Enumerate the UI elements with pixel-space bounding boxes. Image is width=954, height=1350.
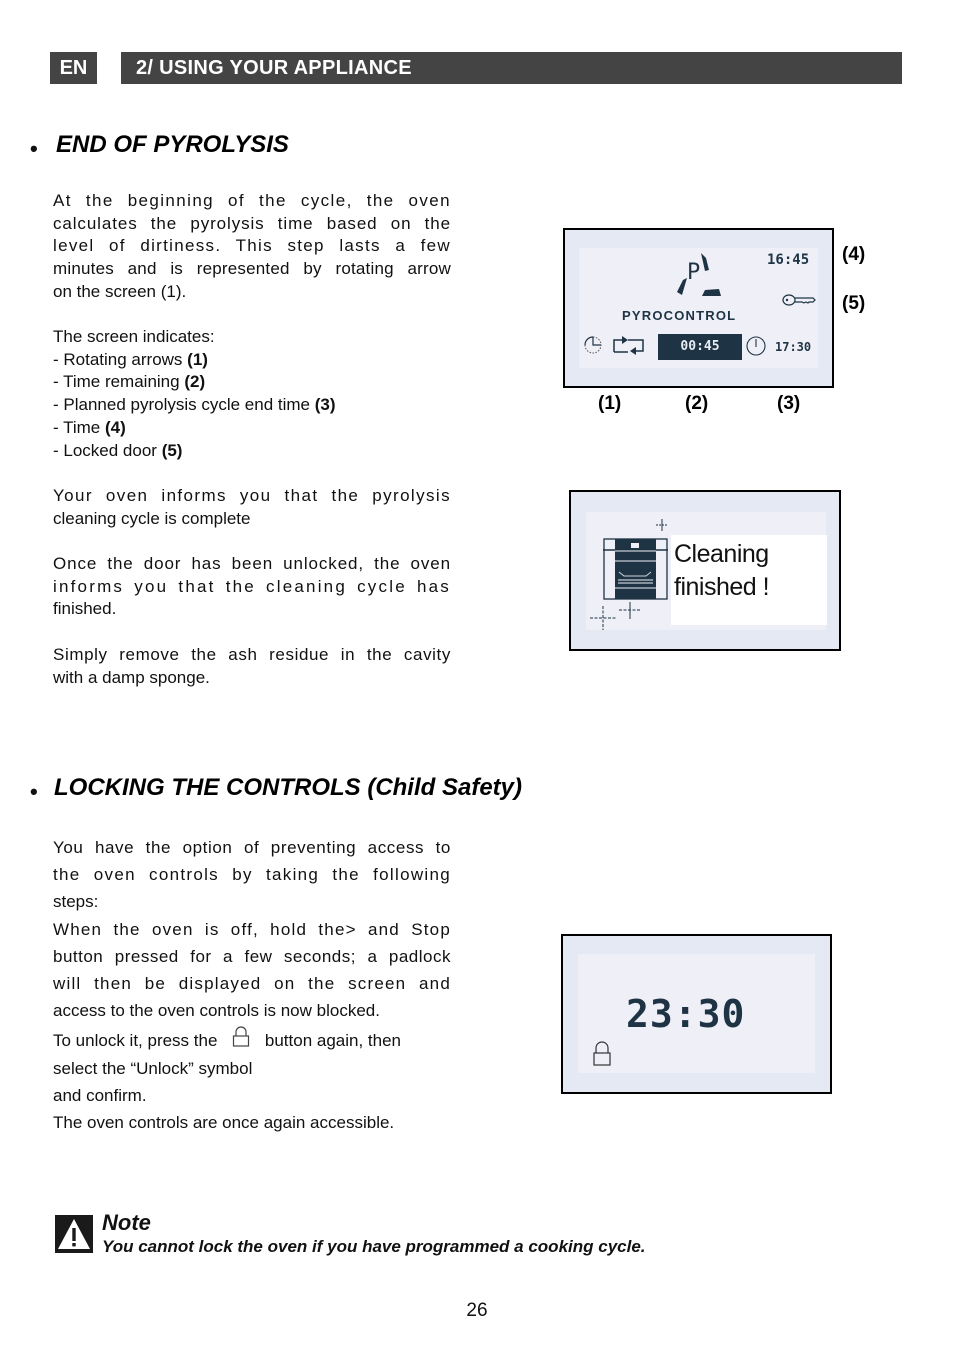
list-item: - Time remaining (2) [53,372,206,392]
locked-clock: 23:30 [626,992,746,1036]
loop-arrows-icon [613,336,644,355]
language-badge: EN [50,52,97,84]
end-time: 17:30 [775,340,812,354]
text-line: minutes and is represented by rotating a… [53,259,451,279]
padlock-icon [593,1041,611,1066]
time-remaining: 00:45 [680,339,720,354]
text-line: the oven controls by taking the followin… [53,865,451,885]
text-line: informs you that the cleaning cycle has [53,576,451,596]
text-line: Once the door has been unlocked, the ove… [53,554,451,573]
text-line: Your oven informs you that the pyrolysis [53,486,451,505]
mode-letter: P [687,260,701,285]
time-remaining-box: 00:45 [658,334,742,360]
list-label: The screen indicates: [53,327,215,346]
remove-paragraph: Simply remove the ash residue in the cav… [53,644,451,689]
text-line: The oven controls are once again accessi… [53,1113,395,1133]
unlocked-paragraph: Once the door has been unlocked, the ove… [53,553,451,621]
list-item: - Locked door (5) [53,440,183,460]
complete-paragraph: Your oven informs you that the pyrolysis… [53,485,451,530]
pyrolysis-mode-icon [677,253,721,296]
oven-clean-icon [590,519,668,630]
text-line: button pressed for a few seconds; a padl… [53,946,451,966]
page-number: 26 [466,1300,488,1321]
note-text: You cannot lock the oven if you have pro… [102,1237,646,1256]
current-time: 16:45 [767,252,810,268]
text-line: with a damp sponge. [53,667,210,687]
callout-3: (3) [777,393,801,414]
text-line: on the screen (1). [53,281,187,301]
section-title-bar: 2/ USING YOUR APPLIANCE [121,52,902,84]
display-cleaning-finished: Cleaning finished ! [569,490,841,651]
clock-icon [746,336,766,356]
callout-1: (1) [598,393,622,414]
display-screen: 23:30 [578,954,815,1073]
text-line: will then be displayed on the screen and [53,974,451,994]
intro-paragraph: At the beginning of the cycle, the oven … [53,190,451,304]
text-line: When the oven is off, hold the> and Stop [53,919,451,939]
bullet: • [30,136,38,161]
callout-2: (2) [685,393,709,414]
display-locked: 23:30 [561,934,832,1094]
callout-5: (5) [842,293,866,314]
padlock-icon [233,1026,250,1048]
text-line: finished. [53,599,117,619]
unlock-line: To unlock it, press the button again, th… [53,1024,451,1054]
message-line: Cleaning [674,540,769,568]
bullet: • [30,779,38,804]
section-heading-locking: LOCKING THE CONTROLS (Child Safety) [54,774,522,801]
text-line: level of dirtiness. This step lasts a fe… [53,236,451,256]
text-line: You have the option of preventing access… [53,838,451,857]
rotating-arrows-icon [584,336,602,354]
locking-paragraph: You have the option of preventing access… [53,834,451,1136]
display-screen: P 16:45 PYROCONTROL 00:45 17:30 [579,248,818,368]
text-line: calculates the pyrolysis time based on t… [53,213,451,233]
text-line: cleaning cycle is complete [53,508,251,528]
text-line: select the “Unlock” symbol [53,1058,253,1078]
text-line: Simply remove the ash residue in the cav… [53,645,451,664]
list-item: - Planned pyrolysis cycle end time (3) [53,395,336,415]
callout-4: (4) [842,244,866,265]
display-screen: Cleaning finished ! [586,512,827,630]
message-line: finished ! [674,573,770,601]
section-heading-pyrolysis: END OF PYROLYSIS [56,131,289,158]
list-item: - Time (4) [53,417,126,437]
display-pyrocontrol: P 16:45 PYROCONTROL 00:45 17:30 [563,228,834,388]
note-title: Note [102,1210,151,1235]
warning-icon [55,1215,93,1253]
mode-label: PYROCONTROL [622,308,737,323]
message-panel: Cleaning finished ! [671,535,827,625]
indicator-list: The screen indicates: - Rotating arrows … [53,326,336,462]
text-line: steps: [53,892,99,912]
text-line: access to the oven controls is now block… [53,1001,380,1021]
text-line: and confirm. [53,1085,147,1105]
key-icon [782,294,816,306]
text-line: At the beginning of the cycle, the oven [53,191,451,210]
list-item: - Rotating arrows (1) [53,349,208,369]
